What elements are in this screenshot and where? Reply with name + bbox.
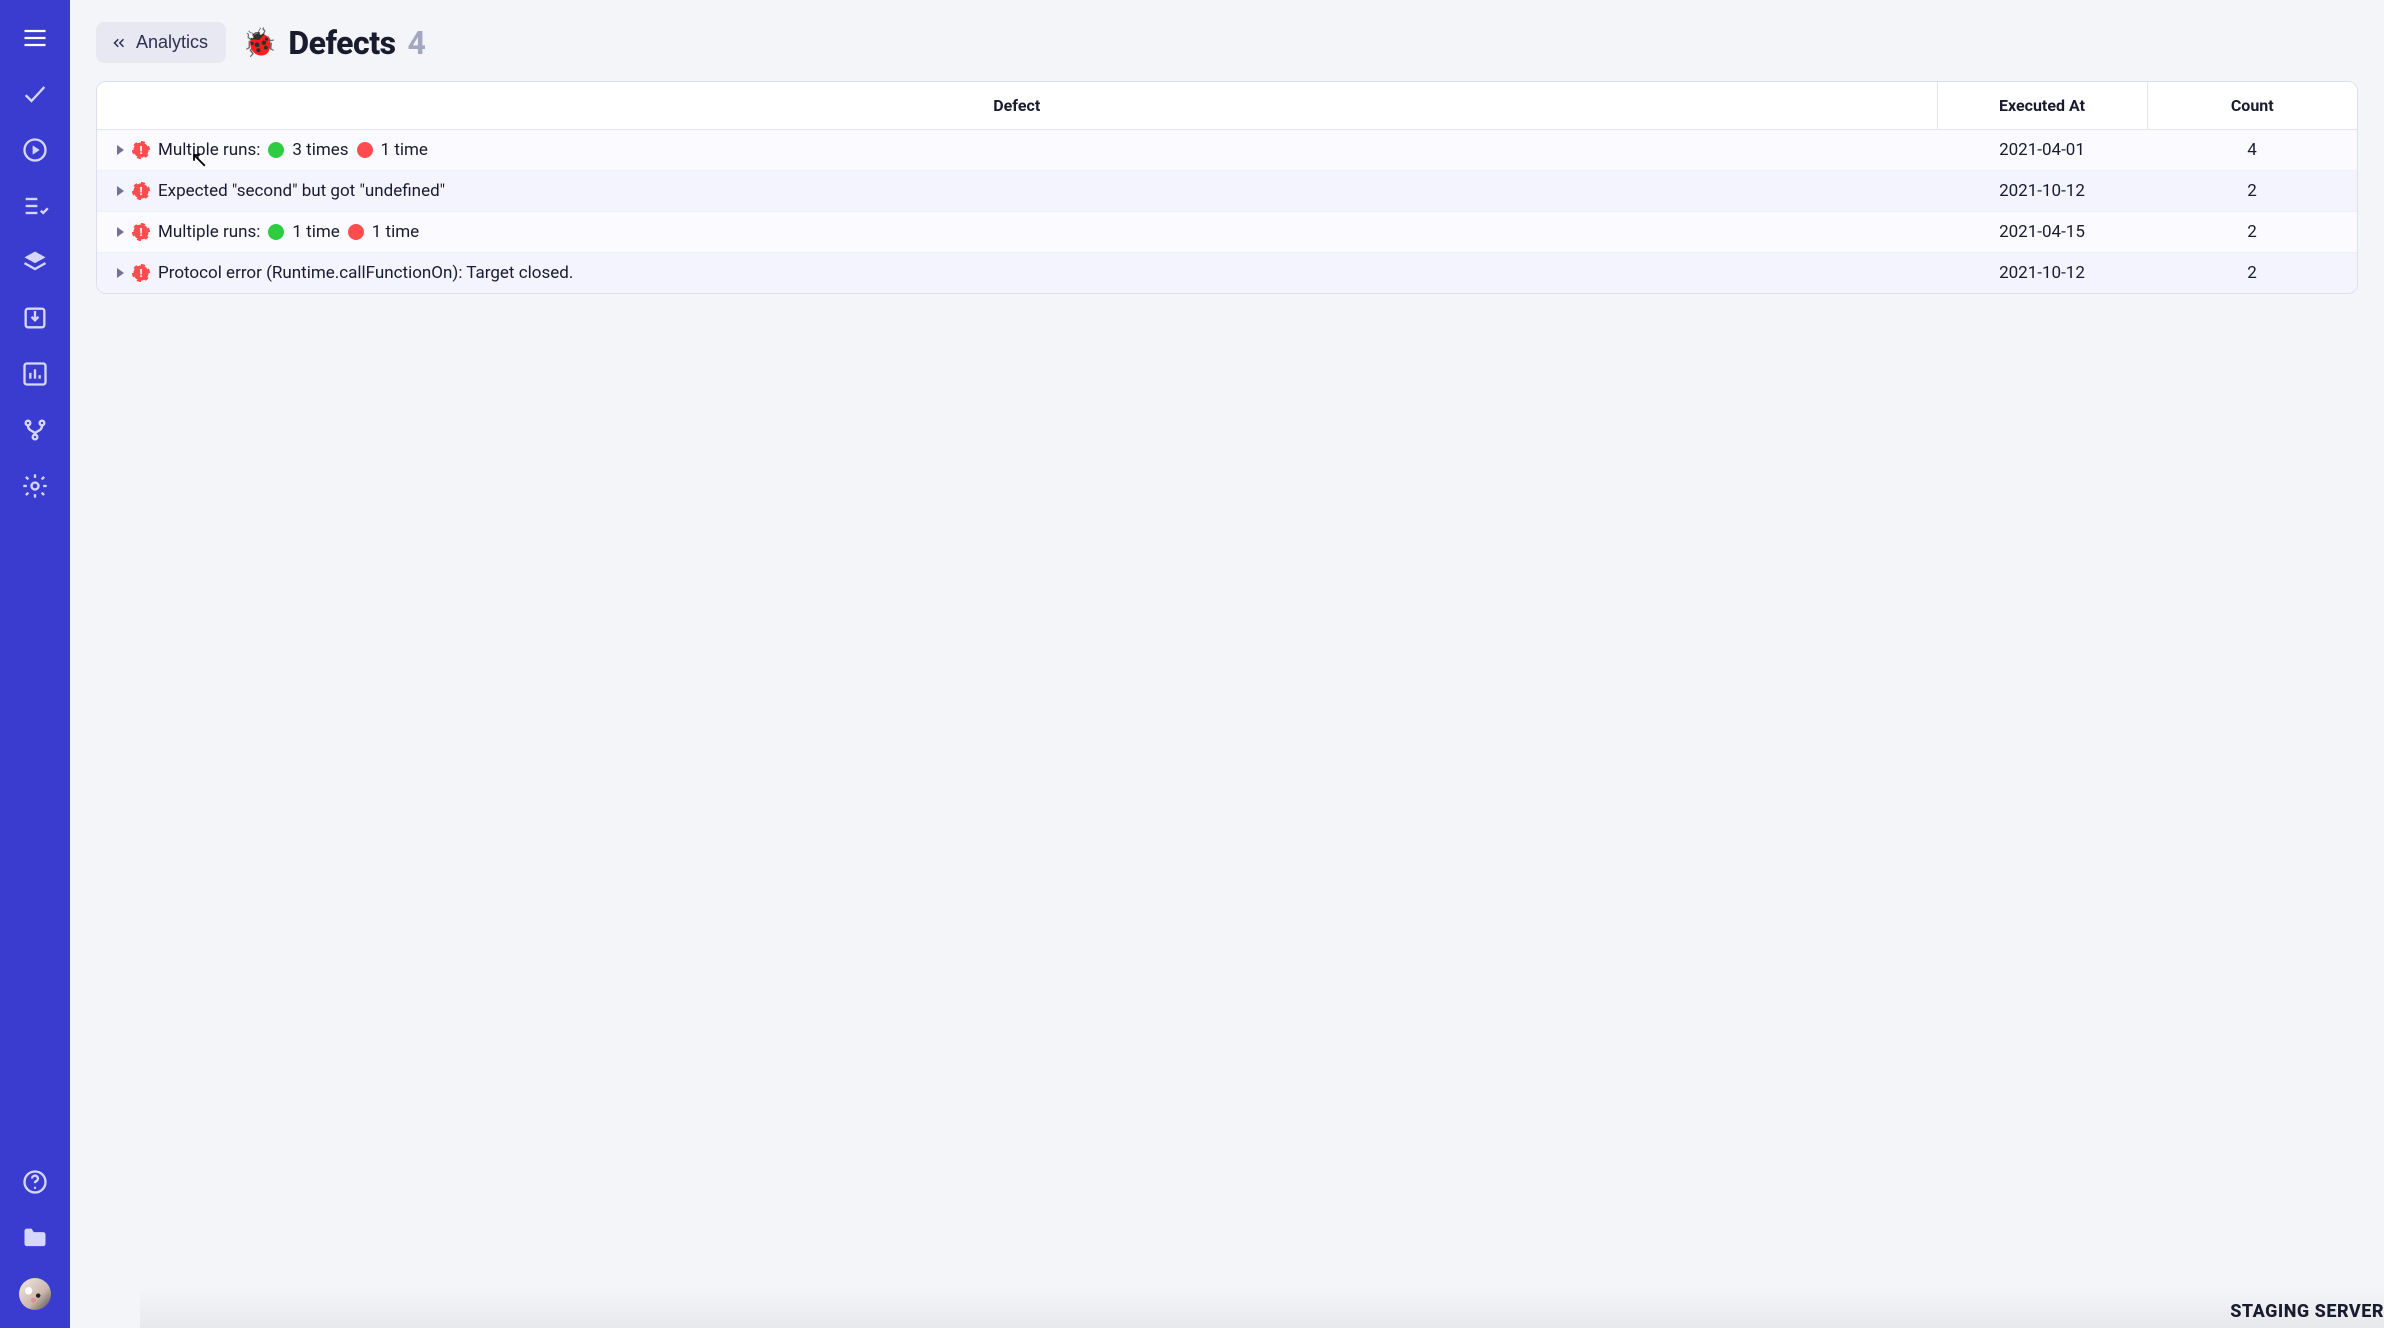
count-cell: 2: [2147, 212, 2357, 253]
executed-at: 2021-10-12: [1937, 171, 2147, 212]
table-row[interactable]: ! Multiple runs: 1 time 1 time 2021-04-152: [97, 212, 2357, 253]
help-icon[interactable]: [7, 1154, 63, 1210]
defects-table: Defect Executed At Count ! Multiple runs:…: [96, 81, 2358, 294]
branch-icon[interactable]: [7, 402, 63, 458]
defect-burst-icon: !: [132, 141, 150, 159]
breadcrumb-label: Analytics: [136, 32, 208, 53]
layers-icon[interactable]: [7, 234, 63, 290]
defect-text: Multiple runs:: [158, 222, 260, 242]
pass-count: 3 times: [292, 140, 348, 160]
header: Analytics 🐞 Defects 4: [70, 0, 2384, 81]
count-cell: 4: [2147, 130, 2357, 171]
chart-icon[interactable]: [7, 346, 63, 402]
count-cell: 2: [2147, 253, 2357, 294]
table-header-row: Defect Executed At Count: [97, 82, 2357, 130]
pass-dot-icon: [268, 224, 284, 240]
defect-text: Expected "second" but got "undefined": [158, 181, 445, 201]
defect-text: Multiple runs:: [158, 140, 260, 160]
defect-burst-icon: !: [132, 223, 150, 241]
page-title: 🐞 Defects 4: [242, 24, 425, 62]
play-icon[interactable]: [7, 122, 63, 178]
defect-burst-icon: !: [132, 182, 150, 200]
avatar[interactable]: [19, 1278, 51, 1310]
defect-text: Protocol error (Runtime.callFunctionOn):…: [158, 263, 573, 283]
fail-count: 1 time: [381, 140, 428, 160]
col-header-count[interactable]: Count: [2147, 82, 2357, 130]
fail-dot-icon: [348, 224, 364, 240]
fail-dot-icon: [357, 142, 373, 158]
count-cell: 2: [2147, 171, 2357, 212]
executed-at: 2021-04-01: [1937, 130, 2147, 171]
page-title-text: Defects: [288, 24, 395, 62]
table-row[interactable]: ! Protocol error (Runtime.callFunctionOn)…: [97, 253, 2357, 294]
expand-caret-icon[interactable]: [117, 186, 124, 196]
pass-dot-icon: [268, 142, 284, 158]
import-icon[interactable]: [7, 290, 63, 346]
folder-icon[interactable]: [7, 1210, 63, 1266]
check-icon[interactable]: [7, 66, 63, 122]
fail-count: 1 time: [372, 222, 419, 242]
hamburger-icon[interactable]: [7, 10, 63, 66]
col-header-defect[interactable]: Defect: [97, 82, 1937, 130]
expand-caret-icon[interactable]: [117, 145, 124, 155]
table-row[interactable]: ! Expected "second" but got "undefined" 20…: [97, 171, 2357, 212]
defect-burst-icon: !: [132, 264, 150, 282]
environment-badge: STAGING SERVER: [2230, 1301, 2384, 1322]
page-title-count: 4: [408, 24, 426, 62]
expand-caret-icon[interactable]: [117, 227, 124, 237]
breadcrumb-analytics[interactable]: Analytics: [96, 22, 226, 63]
table-row[interactable]: ! Multiple runs: 3 times 1 time 2021-04-01…: [97, 130, 2357, 171]
bug-icon: 🐞: [242, 26, 276, 59]
chevrons-left-icon: [110, 34, 128, 52]
expand-caret-icon[interactable]: [117, 268, 124, 278]
pass-count: 1 time: [292, 222, 339, 242]
executed-at: 2021-04-15: [1937, 212, 2147, 253]
main: Analytics 🐞 Defects 4 Defect Executed At…: [70, 0, 2384, 1328]
executed-at: 2021-10-12: [1937, 253, 2147, 294]
gear-icon[interactable]: [7, 458, 63, 514]
col-header-executed[interactable]: Executed At: [1937, 82, 2147, 130]
checklist-icon[interactable]: [7, 178, 63, 234]
sidebar: [0, 0, 70, 1328]
